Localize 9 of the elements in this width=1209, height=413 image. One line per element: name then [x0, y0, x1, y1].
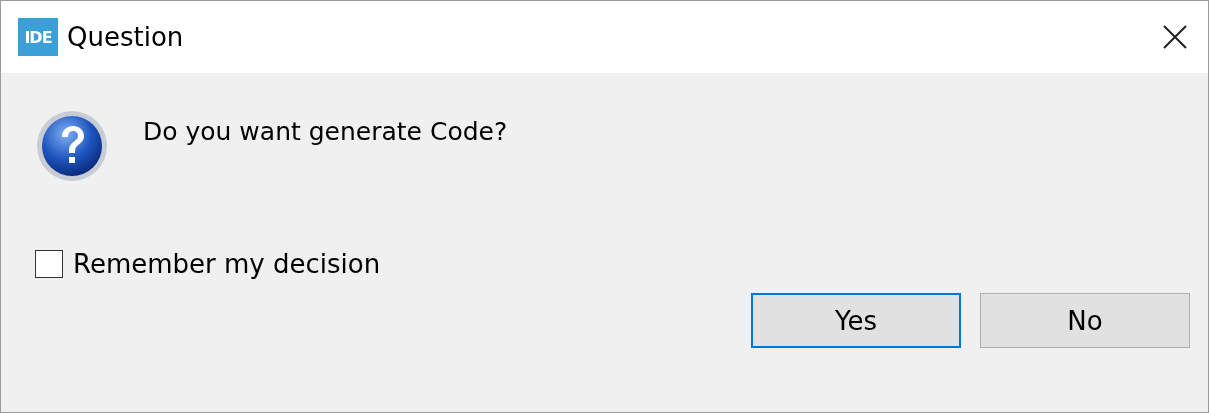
- dialog-button[interactable]: No: [980, 293, 1190, 348]
- question-icon: [35, 109, 109, 183]
- window-title: Question: [67, 22, 185, 52]
- checkbox-label[interactable]: Remember my decision: [73, 249, 381, 279]
- checkbox[interactable]: [35, 250, 63, 278]
- close-icon[interactable]: [1162, 24, 1188, 50]
- app-badge: IDE: [18, 18, 58, 56]
- message-text: Do you want generate Code?: [143, 117, 508, 146]
- dialog-button[interactable]: Yes: [751, 293, 961, 348]
